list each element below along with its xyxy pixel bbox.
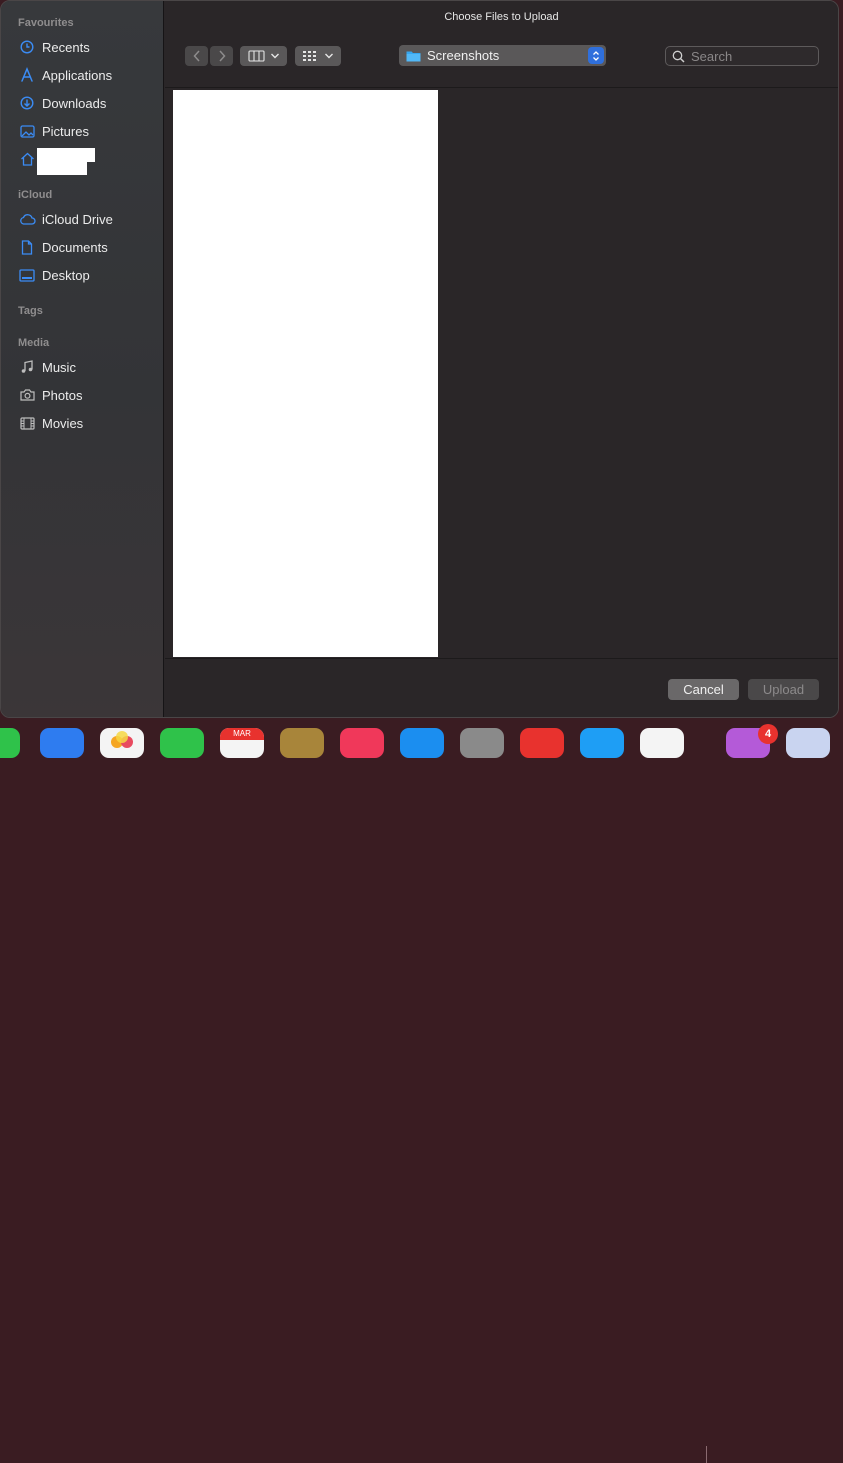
sidebar-item-pictures[interactable]: Pictures bbox=[18, 120, 158, 142]
sidebar-item-documents[interactable]: Documents bbox=[18, 236, 158, 258]
camera-icon bbox=[18, 386, 36, 404]
sidebar-item-label: iCloud Drive bbox=[42, 211, 113, 227]
dock-separator bbox=[706, 1446, 707, 1463]
location-stepper[interactable] bbox=[588, 47, 604, 64]
sidebar-item-label: Photos bbox=[42, 387, 83, 403]
sidebar-item-photos[interactable]: Photos bbox=[18, 384, 158, 406]
chevron-down-icon bbox=[270, 53, 279, 59]
activity-monitor-icon[interactable] bbox=[640, 728, 684, 758]
calendar-month: MAR bbox=[220, 728, 264, 740]
sidebar-item-label: Downloads bbox=[42, 95, 107, 111]
photos-app-icon[interactable] bbox=[100, 728, 144, 758]
file-browser-column[interactable] bbox=[173, 90, 438, 657]
upload-button[interactable]: Upload bbox=[748, 679, 819, 700]
location-popup[interactable]: Screenshots bbox=[399, 45, 606, 66]
sidebar-item-label: Documents bbox=[42, 239, 108, 255]
sidebar: Favourites Recents Applications Download… bbox=[1, 1, 164, 717]
app-store-icon[interactable] bbox=[400, 728, 444, 758]
sidebar-item-downloads[interactable]: Downloads bbox=[18, 92, 158, 114]
cancel-button[interactable]: Cancel bbox=[668, 679, 739, 700]
window-title: Choose Files to Upload bbox=[444, 11, 559, 23]
film-icon bbox=[18, 414, 36, 432]
system-preferences-icon[interactable] bbox=[460, 728, 504, 758]
desktop-icon bbox=[18, 266, 36, 284]
sidebar-item-movies[interactable]: Movies bbox=[18, 412, 158, 434]
grid-icon bbox=[302, 50, 316, 61]
navigation-buttons bbox=[185, 46, 233, 66]
search-icon bbox=[672, 50, 685, 63]
sidebar-item-label: Recents bbox=[42, 39, 90, 55]
main-panel: Choose Files to Upload Screenshots Searc… bbox=[165, 1, 838, 717]
download-icon bbox=[18, 94, 36, 112]
chevron-left-icon bbox=[192, 50, 200, 62]
downloads-stack-icon[interactable] bbox=[786, 728, 830, 758]
clock-icon bbox=[18, 38, 36, 56]
up-down-chevron-icon bbox=[593, 50, 599, 61]
section-favourites: Favourites bbox=[18, 17, 74, 29]
sidebar-item-desktop[interactable]: Desktop bbox=[18, 264, 158, 286]
app-icon[interactable] bbox=[280, 728, 324, 758]
document-icon bbox=[18, 238, 36, 256]
home-icon bbox=[18, 150, 36, 168]
calendar-icon[interactable]: MAR bbox=[220, 728, 264, 758]
sidebar-item-music[interactable]: Music bbox=[18, 356, 158, 378]
sidebar-item-applications[interactable]: Applications bbox=[18, 64, 158, 86]
redacted-username bbox=[37, 148, 95, 162]
sidebar-item-label: Applications bbox=[42, 67, 113, 83]
app-icon[interactable] bbox=[580, 728, 624, 758]
forward-button[interactable] bbox=[210, 46, 233, 66]
columns-view-icon bbox=[247, 50, 265, 62]
view-mode-button[interactable] bbox=[240, 46, 287, 66]
section-tags: Tags bbox=[18, 305, 43, 317]
notification-badge: 4 bbox=[758, 724, 778, 744]
search-field[interactable] bbox=[665, 46, 819, 66]
search-input[interactable] bbox=[691, 48, 811, 64]
sidebar-item-label: Music bbox=[42, 359, 76, 375]
music-icon bbox=[18, 358, 36, 376]
section-media: Media bbox=[18, 337, 50, 349]
pictures-icon bbox=[18, 122, 36, 140]
applications-icon bbox=[18, 66, 36, 84]
mail-icon[interactable] bbox=[40, 728, 84, 758]
sidebar-item-label: Pictures bbox=[42, 123, 89, 139]
footer-divider bbox=[165, 658, 838, 659]
dock: MAR bbox=[0, 718, 843, 1463]
chevron-down-icon bbox=[324, 53, 333, 59]
header-divider bbox=[165, 87, 838, 88]
sidebar-item-recents[interactable]: Recents bbox=[18, 36, 158, 58]
group-button[interactable] bbox=[295, 46, 341, 66]
chevron-right-icon bbox=[218, 50, 226, 62]
location-label: Screenshots bbox=[427, 48, 500, 63]
app-icon[interactable] bbox=[520, 728, 564, 758]
sidebar-item-label: Desktop bbox=[42, 267, 90, 283]
sidebar-item-icloud-drive[interactable]: iCloud Drive bbox=[18, 208, 158, 230]
music-app-icon[interactable] bbox=[340, 728, 384, 758]
file-upload-dialog: Favourites Recents Applications Download… bbox=[0, 0, 839, 718]
cloud-icon bbox=[18, 210, 36, 228]
messages-icon[interactable] bbox=[0, 728, 20, 758]
folder-icon bbox=[406, 51, 421, 61]
redacted-username bbox=[37, 161, 87, 175]
sidebar-item-label: Movies bbox=[42, 415, 84, 431]
back-button[interactable] bbox=[185, 46, 208, 66]
section-icloud: iCloud bbox=[18, 189, 53, 201]
facetime-icon[interactable] bbox=[160, 728, 204, 758]
